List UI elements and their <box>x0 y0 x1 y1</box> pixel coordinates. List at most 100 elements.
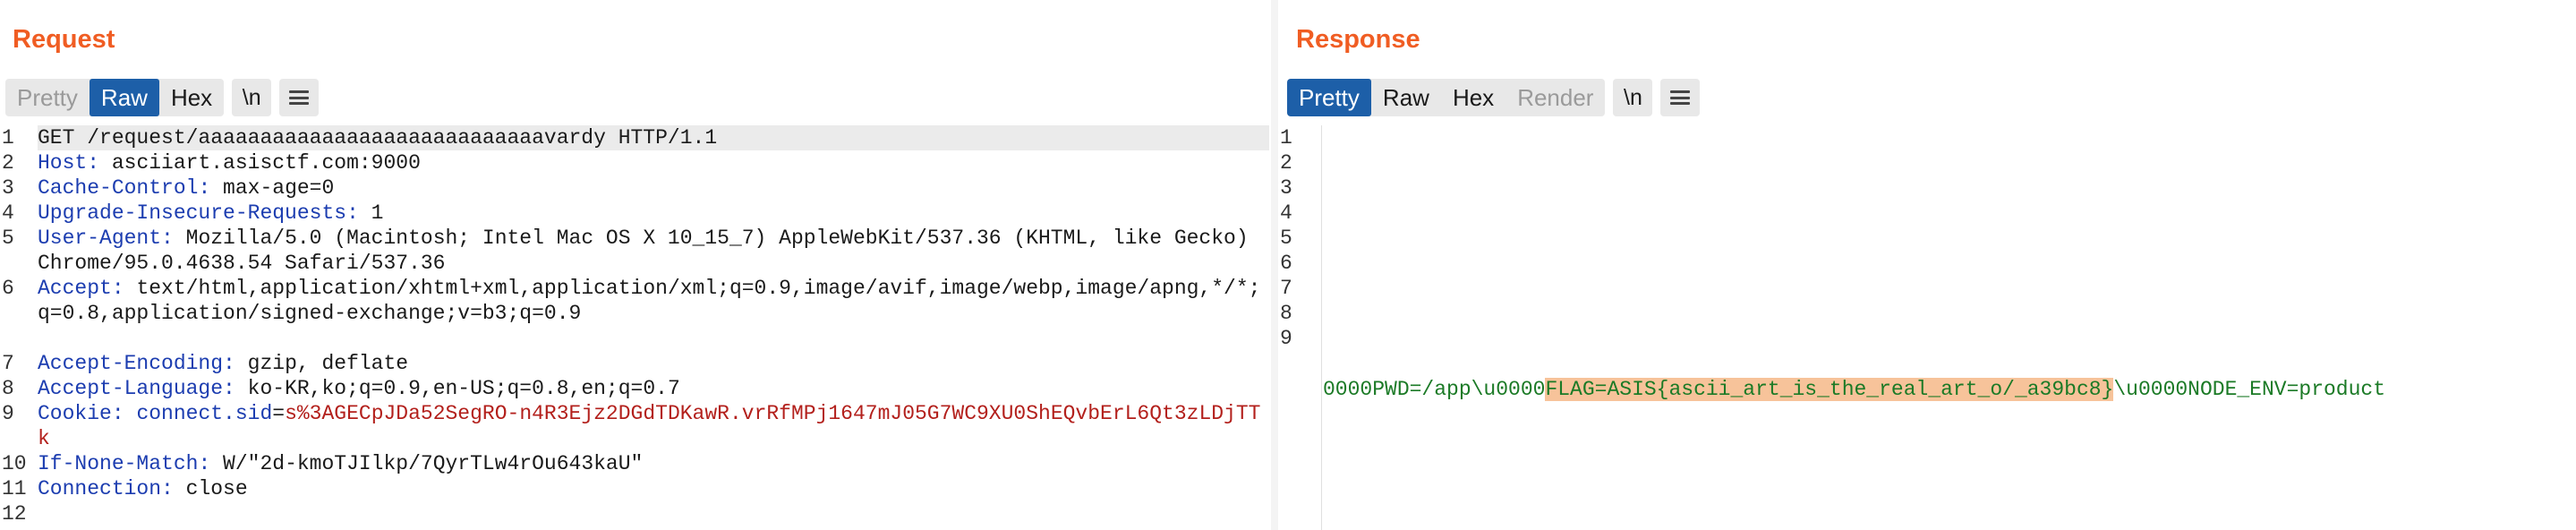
response-tab-pretty[interactable]: Pretty <box>1287 79 1371 116</box>
line-number: 2 <box>1280 151 1292 175</box>
header-colon: : <box>161 227 174 250</box>
response-body-output: 0000PWD=/app\u0000FLAG=ASIS{ascii_art_is… <box>1323 376 2385 403</box>
line-number: 1 <box>2 126 14 150</box>
hamburger-menu-icon <box>1670 90 1691 105</box>
header-name: User-Agent <box>38 227 162 250</box>
request-tab-hex[interactable]: Hex <box>159 79 224 116</box>
header-value: asciiart.asisctf.com:9000 <box>99 151 421 175</box>
header-colon: : <box>161 477 174 500</box>
request-tab-pretty[interactable]: Pretty <box>5 79 90 116</box>
response-output-prefix: 0000PWD=/app\u0000 <box>1323 378 1546 401</box>
header-colon: : <box>223 377 235 400</box>
header-name: Accept <box>38 277 112 300</box>
response-line: 2 <box>1278 150 2576 175</box>
header-name: Accept-Language <box>38 377 224 400</box>
response-newline-toggle[interactable]: \n <box>1613 79 1653 116</box>
request-line: 5 User-Agent: Mozilla/5.0 (Macintosh; In… <box>0 226 1271 276</box>
request-line: 2 Host: asciiart.asisctf.com:9000 <box>0 150 1271 175</box>
line-number: 5 <box>1280 227 1292 250</box>
request-line: 4 Upgrade-Insecure-Requests: 1 <box>0 201 1271 226</box>
request-line: 1 GET /request/aaaaaaaaaaaaaaaaaaaaaaaaa… <box>0 125 1271 150</box>
header-value: text/html,application/xhtml+xml,applicat… <box>38 277 1261 325</box>
header-value: 1 <box>358 201 384 225</box>
request-line: 3 Cache-Control: max-age=0 <box>0 175 1271 201</box>
response-tab-raw[interactable]: Raw <box>1371 79 1441 116</box>
line-number: 9 <box>1280 327 1292 350</box>
header-value: gzip, deflate <box>235 352 409 375</box>
response-tab-render[interactable]: Render <box>1506 79 1605 116</box>
response-editor[interactable]: 1 2 3 4 5 6 7 8 9 <box>1278 125 2576 530</box>
response-line: 6 <box>1278 251 2576 276</box>
request-line: 10 If-None-Match: W/"2d-kmoTJIlkp/7QyrTL… <box>0 451 1271 476</box>
request-line: 6 Accept: text/html,application/xhtml+xm… <box>0 276 1271 351</box>
response-gutter-divider <box>1321 125 1322 530</box>
header-colon: : <box>198 176 211 200</box>
request-line-text: GET /request/aaaaaaaaaaaaaaaaaaaaaaaaaaa… <box>38 125 1269 150</box>
response-line: 1 <box>1278 125 2576 150</box>
response-output-suffix: \u0000NODE_ENV=product <box>2113 378 2386 401</box>
line-number: 2 <box>2 151 14 175</box>
response-line: 5 <box>1278 226 2576 251</box>
response-line: 9 <box>1278 326 2576 351</box>
line-number: 4 <box>1280 201 1292 225</box>
request-pane: Request Pretty Raw Hex \n 1 GET /request… <box>0 0 1271 530</box>
response-view-tabs: Pretty Raw Hex Render <box>1287 79 1606 116</box>
response-tab-hex[interactable]: Hex <box>1441 79 1506 116</box>
header-value: max-age=0 <box>210 176 335 200</box>
request-newline-toggle[interactable]: \n <box>232 79 272 116</box>
header-colon: : <box>111 402 137 425</box>
pane-divider[interactable] <box>1271 0 1278 530</box>
request-view-tabs: Pretty Raw Hex <box>5 79 225 116</box>
header-name: Cache-Control <box>38 176 199 200</box>
request-line: 7 Accept-Encoding: gzip, deflate <box>0 351 1271 376</box>
response-menu-button[interactable] <box>1660 79 1701 116</box>
line-number: 7 <box>1280 277 1292 300</box>
line-number: 10 <box>2 452 27 475</box>
flag-highlight: FLAG=ASIS{ascii_art_is_the_real_art_o/_a… <box>1545 378 2114 401</box>
request-line: 12 <box>0 501 1271 526</box>
header-value: Mozilla/5.0 (Macintosh; Intel Mac OS X 1… <box>38 227 1261 275</box>
header-colon: : <box>223 352 235 375</box>
request-toolbar: Pretty Raw Hex \n <box>5 79 320 116</box>
header-name: If-None-Match <box>38 452 199 475</box>
line-number: 7 <box>2 352 14 375</box>
line-number: 8 <box>2 377 14 400</box>
hamburger-menu-icon <box>289 90 310 105</box>
header-colon: : <box>198 452 211 475</box>
response-line: 3 <box>1278 175 2576 201</box>
request-menu-button[interactable] <box>279 79 320 116</box>
cookie-equals: = <box>272 402 286 425</box>
header-colon: : <box>346 201 359 225</box>
header-name: Cookie <box>38 402 112 425</box>
line-number: 1 <box>1280 126 1292 150</box>
request-line-text <box>38 501 1271 526</box>
response-line: 4 <box>1278 201 2576 226</box>
response-title: Response <box>1296 25 1420 54</box>
line-number: 3 <box>2 176 14 200</box>
response-line: 7 <box>1278 276 2576 301</box>
line-number: 11 <box>2 477 27 500</box>
line-number: 12 <box>2 502 27 526</box>
line-number: 9 <box>2 402 14 425</box>
request-editor[interactable]: 1 GET /request/aaaaaaaaaaaaaaaaaaaaaaaaa… <box>0 125 1271 530</box>
line-number: 8 <box>1280 302 1292 325</box>
line-number: 5 <box>2 227 14 250</box>
request-line: 11 Connection: close <box>0 476 1271 501</box>
header-colon: : <box>111 277 124 300</box>
header-value: close <box>173 477 248 500</box>
request-line: 9 Cookie: connect.sid=s%3AGECpJDa52SegRO… <box>0 401 1271 451</box>
response-toolbar: Pretty Raw Hex Render \n <box>1287 79 1701 116</box>
line-number: 3 <box>1280 176 1292 200</box>
line-number: 4 <box>2 201 14 225</box>
header-value: W/"2d-kmoTJIlkp/7QyrTLw4rOu643kaU" <box>210 452 644 475</box>
request-title: Request <box>13 25 115 54</box>
request-tab-raw[interactable]: Raw <box>89 79 159 116</box>
header-colon: : <box>87 151 100 175</box>
header-name: Upgrade-Insecure-Requests <box>38 201 347 225</box>
header-name: Connection <box>38 477 162 500</box>
line-number: 6 <box>1280 252 1292 275</box>
header-name: Host <box>38 151 88 175</box>
header-value: ko-KR,ko;q=0.9,en-US;q=0.8,en;q=0.7 <box>235 377 680 400</box>
response-line: 8 <box>1278 301 2576 326</box>
line-number: 6 <box>2 277 14 300</box>
